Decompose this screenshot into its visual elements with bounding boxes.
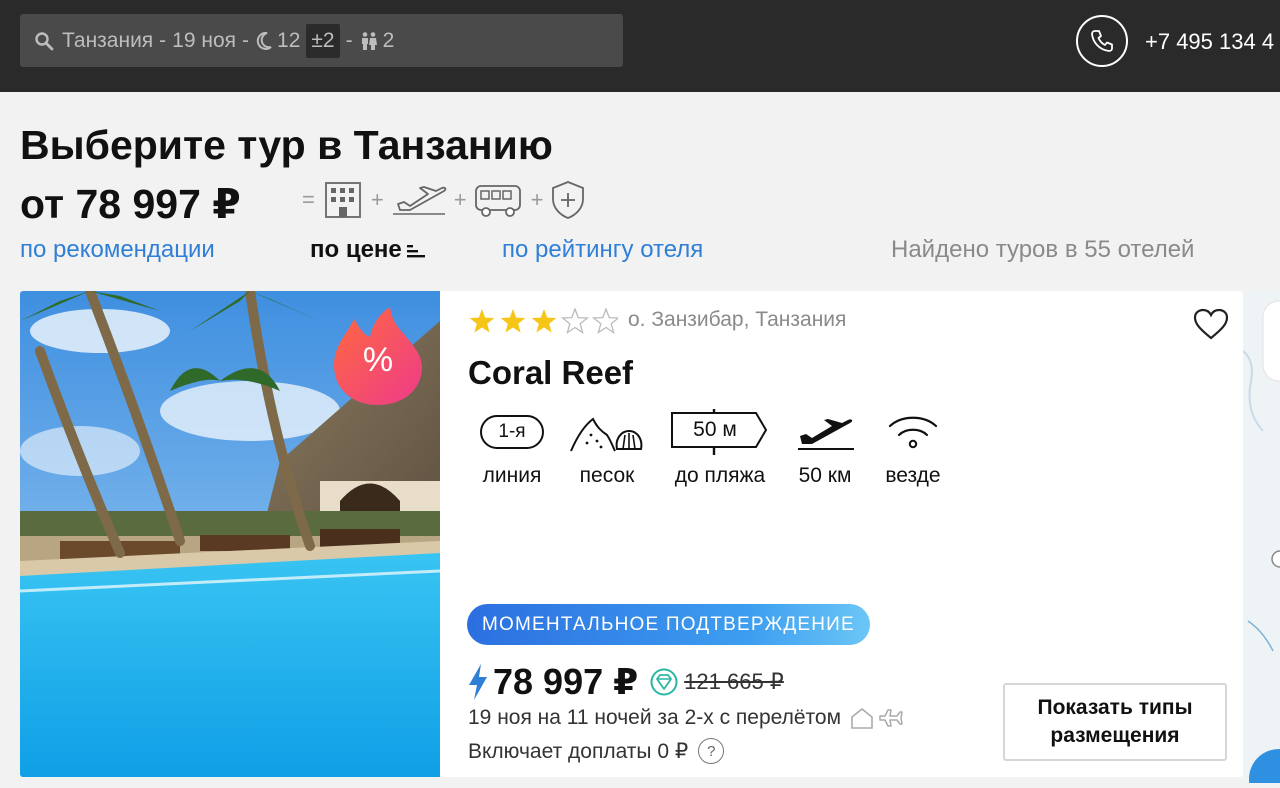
- star-empty-icon: [591, 308, 618, 334]
- search-flex-days: ±2: [306, 23, 340, 58]
- search-icon: [34, 31, 54, 51]
- search-separator: -: [345, 28, 353, 52]
- package-includes: = + + +: [296, 178, 587, 222]
- hotel-card[interactable]: % о. Занзибар, Танзания Coral Reef 1-я л…: [20, 291, 1243, 777]
- star-filled-icon: [500, 309, 526, 333]
- search-summary[interactable]: Танзания - 19 ноя - 12 ±2 - 2: [20, 14, 623, 67]
- search-date: 19 ноя: [172, 28, 237, 52]
- feature-wifi: везде: [858, 407, 968, 488]
- search-separator: -: [242, 28, 250, 52]
- tour-dates: 19 ноя на 11 ночей за 2-х с перелётом: [468, 706, 905, 730]
- sand-icon: [552, 407, 662, 457]
- found-tours-count: Найдено туров в 55 отелей: [891, 236, 1195, 263]
- page-title: Выберите тур в Танзанию: [20, 122, 553, 168]
- feature-beach-distance: 50 м до пляжа: [665, 407, 775, 488]
- guests-icon: [359, 31, 379, 51]
- insurance-shield-icon: [549, 179, 587, 221]
- flight-icon: [390, 182, 448, 218]
- transfer-bus-icon: [473, 181, 525, 219]
- phone-number[interactable]: +7 495 134 4: [1145, 29, 1274, 55]
- sort-descending-icon: [406, 241, 427, 259]
- star-filled-icon: [531, 309, 557, 333]
- sort-by-price-label: по цене: [310, 236, 402, 263]
- feature-label: линия: [482, 464, 542, 487]
- plus-sign: +: [453, 187, 467, 212]
- sort-by-hotel-rating[interactable]: по рейтингу отеля: [502, 236, 703, 264]
- price-row: 78 997 ₽ 121 665 ₽: [467, 661, 784, 703]
- instant-confirmation-badge: МОМЕНТАЛЬНОЕ ПОДТВЕРЖДЕНИЕ: [467, 604, 870, 645]
- phone-icon: [1091, 30, 1113, 52]
- moon-icon: [255, 31, 273, 51]
- surcharges-info: Включает доплаты 0 ₽ ?: [468, 738, 725, 764]
- favorite-heart-icon[interactable]: [1192, 307, 1230, 346]
- beach-distance-value: 50 м: [693, 418, 737, 441]
- beach-line-value: 1-я: [480, 415, 544, 449]
- search-nights: 12: [277, 28, 301, 52]
- help-icon[interactable]: ?: [698, 738, 725, 764]
- feature-beach-type: песок: [552, 407, 662, 488]
- hot-discount-badge: %: [326, 305, 430, 414]
- tour-dates-text: 19 ноя на 11 ночей за 2-х с перелётом: [468, 706, 842, 729]
- map-panel[interactable]: [1242, 291, 1280, 788]
- top-bar: Танзания - 19 ноя - 12 ±2 - 2 +7 495 134…: [0, 0, 1280, 92]
- sort-by-price[interactable]: по цене: [310, 236, 427, 264]
- sort-by-recommendation[interactable]: по рекомендации: [20, 236, 215, 264]
- hotel-star-rating: [468, 308, 618, 336]
- feature-label: песок: [579, 464, 635, 487]
- star-empty-icon: [560, 308, 590, 334]
- hotel-name[interactable]: Coral Reef: [468, 354, 633, 392]
- plus-sign: +: [530, 187, 544, 212]
- feature-beach-line: 1-я линия: [457, 407, 567, 488]
- surcharges-text: Включает доплаты 0 ₽: [468, 739, 689, 763]
- wifi-icon: [858, 407, 968, 457]
- line-icon: 1-я: [457, 407, 567, 457]
- search-destination: Танзания: [62, 28, 154, 52]
- old-price: 121 665 ₽: [684, 669, 784, 694]
- flight-small-icon: [877, 706, 905, 730]
- search-guests: 2: [382, 28, 395, 52]
- feature-label: везде: [885, 464, 941, 487]
- discount-symbol: %: [362, 341, 394, 379]
- phone-button[interactable]: [1076, 15, 1128, 67]
- price-from: от 78 997 ₽: [20, 181, 241, 227]
- equals-sign: =: [302, 187, 315, 212]
- lightning-icon: [467, 663, 489, 701]
- feature-label: до пляжа: [674, 464, 766, 487]
- star-filled-icon: [469, 309, 495, 333]
- beach-sign-icon: 50 м: [665, 407, 775, 457]
- diamond-icon: [650, 668, 678, 696]
- hotel-small-icon: [849, 706, 875, 730]
- plus-sign: +: [370, 187, 384, 212]
- hotel-icon: [321, 180, 365, 220]
- search-separator: -: [159, 28, 167, 52]
- hotel-location: о. Занзибар, Танзания: [628, 308, 847, 331]
- tour-price: 78 997 ₽: [493, 661, 639, 702]
- show-room-types-button[interactable]: Показать типы размещения: [1003, 683, 1227, 761]
